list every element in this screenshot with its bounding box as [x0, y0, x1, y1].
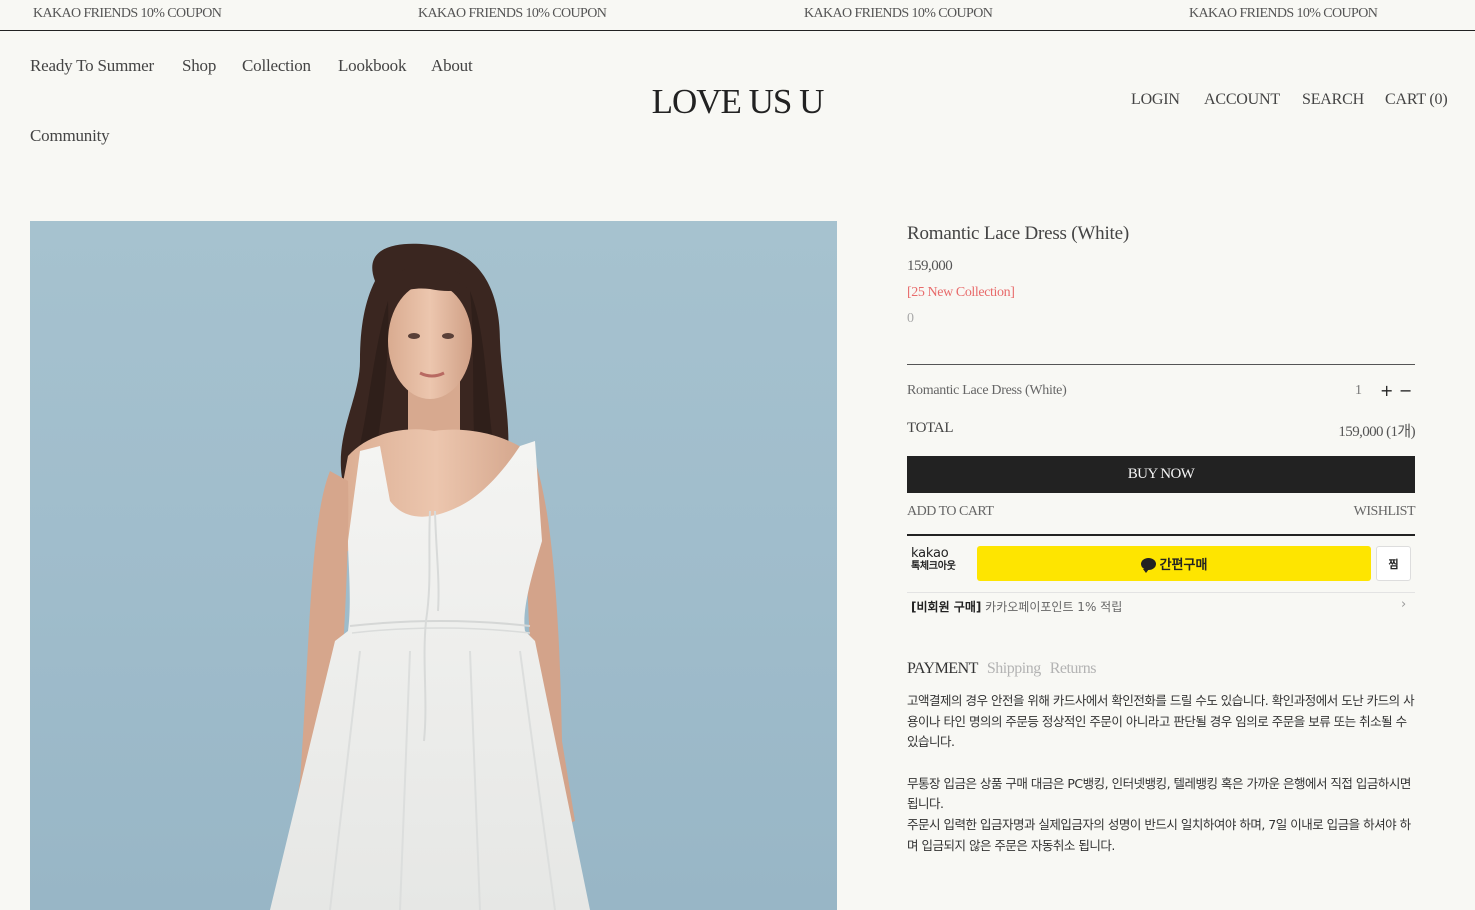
zzim-button[interactable]: 찜	[1376, 546, 1411, 581]
nav-shop[interactable]: Shop	[182, 56, 216, 76]
announcement-item: KAKAO FRIENDS 10% COUPON	[418, 6, 607, 21]
divider	[907, 534, 1415, 536]
chevron-right-icon[interactable]: ›	[1401, 597, 1406, 612]
total-value: 159,000 (1개)	[1338, 424, 1415, 440]
add-to-cart-button[interactable]: ADD TO CART	[907, 504, 994, 520]
brand-logo[interactable]: LOVE US U	[652, 82, 825, 121]
kakao-logo-text: kakao	[911, 546, 949, 561]
product-photo	[30, 221, 837, 910]
product-title: Romantic Lace Dress (White)	[907, 223, 1129, 244]
announcement-item: KAKAO FRIENDS 10% COUPON	[804, 6, 993, 21]
quantity-minus-button[interactable]: −	[1399, 381, 1412, 400]
kakao-point-text: 카카오페이포인트 1% 적립	[981, 600, 1123, 614]
announcement-item: KAKAO FRIENDS 10% COUPON	[33, 6, 222, 21]
option-name: Romantic Lace Dress (White)	[907, 383, 1067, 398]
announcement-bar: KAKAO FRIENDS 10% COUPON KAKAO FRIENDS 1…	[0, 0, 1475, 31]
divider	[907, 592, 1415, 593]
payment-info-text: 고액결제의 경우 안전을 위해 카드사에서 확인전화를 드릴 수도 있습니다. …	[907, 691, 1417, 856]
nav-collection[interactable]: Collection	[242, 56, 311, 76]
cart-link[interactable]: CART (0)	[1385, 91, 1448, 109]
nav-about[interactable]: About	[431, 56, 473, 76]
info-tabs: PAYMENT Shipping Returns	[907, 660, 1105, 678]
nav-community[interactable]: Community	[30, 126, 110, 146]
wishlist-button[interactable]: WISHLIST	[1354, 504, 1416, 520]
payment-paragraph: 고액결제의 경우 안전을 위해 카드사에서 확인전화를 드릴 수도 있습니다. …	[907, 693, 1415, 750]
tab-returns[interactable]: Returns	[1050, 660, 1097, 677]
nav-ready-to-summer[interactable]: Ready To Summer	[30, 56, 154, 76]
review-count: 0	[907, 311, 914, 326]
account-link[interactable]: ACCOUNT	[1204, 91, 1280, 109]
quantity-plus-button[interactable]: +	[1380, 381, 1393, 400]
search-link[interactable]: SEARCH	[1302, 91, 1364, 109]
buy-now-button[interactable]: BUY NOW	[907, 456, 1415, 493]
total-label: TOTAL	[907, 420, 954, 436]
payment-paragraph: 주문시 입력한 입금자명과 실제입금자의 성명이 반드시 일치하여야 하며, 7…	[907, 816, 1411, 853]
chat-bubble-icon	[1140, 557, 1156, 573]
model-photo-icon	[270, 243, 590, 910]
divider	[907, 364, 1415, 365]
announcement-item: KAKAO FRIENDS 10% COUPON	[1189, 6, 1378, 21]
login-link[interactable]: LOGIN	[1131, 91, 1180, 109]
kakao-logo-subtext: 톡체크아웃	[911, 561, 956, 573]
kakao-pay-button[interactable]: 간편구매	[977, 546, 1371, 581]
kakao-checkout-logo: kakao 톡체크아웃	[911, 546, 956, 573]
nonmember-label: [비회원 구매]	[911, 600, 982, 614]
product-price: 159,000	[907, 258, 953, 274]
quantity-value[interactable]: 1	[1355, 383, 1362, 399]
tab-payment[interactable]: PAYMENT	[907, 660, 978, 677]
tab-shipping[interactable]: Shipping	[987, 660, 1041, 677]
nav-lookbook[interactable]: Lookbook	[338, 56, 406, 76]
kakao-pay-label: 간편구매	[1159, 558, 1208, 573]
nonmember-purchase-row[interactable]: [비회원 구매] 카카오페이포인트 1% 적립	[911, 598, 1122, 615]
payment-paragraph: 무통장 입금은 상품 구매 대금은 PC뱅킹, 인터넷뱅킹, 텔레뱅킹 혹은 가…	[907, 775, 1411, 812]
collection-badge: [25 New Collection]	[907, 285, 1015, 300]
